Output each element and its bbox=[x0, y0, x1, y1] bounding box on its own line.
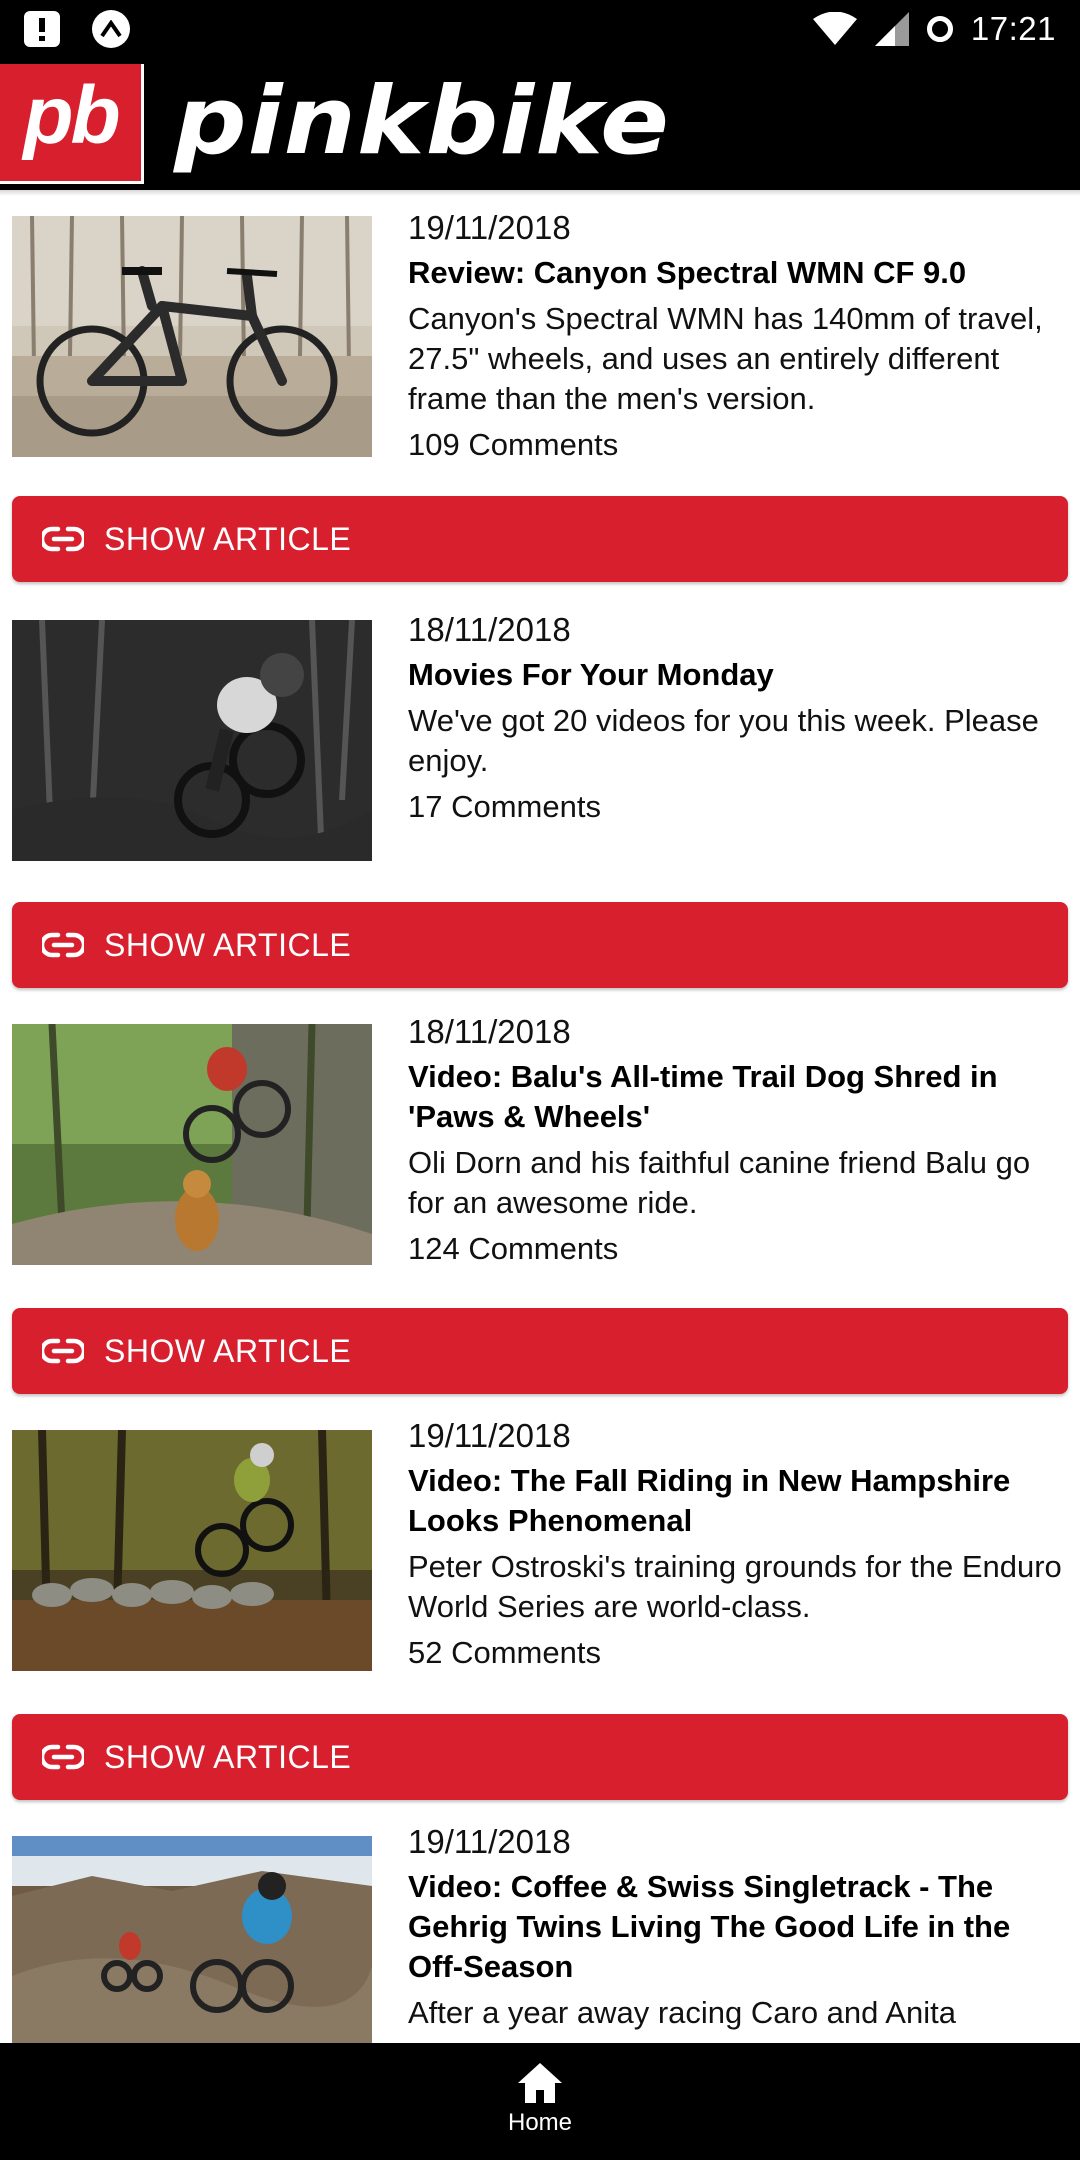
show-article-label: SHOW ARTICLE bbox=[104, 1739, 352, 1775]
show-article-label: SHOW ARTICLE bbox=[104, 927, 352, 963]
article-title[interactable]: Video: Balu's All-time Trail Dog Shred i… bbox=[408, 1057, 1068, 1137]
show-article-button[interactable]: SHOW ARTICLE bbox=[12, 1714, 1068, 1800]
article-card: 18/11/2018 Movies For Your Monday We've … bbox=[0, 602, 1080, 992]
article-comments[interactable]: 17 Comments bbox=[408, 787, 1068, 827]
article-info: 19/11/2018 Review: Canyon Spectral WMN C… bbox=[408, 208, 1068, 465]
article-card: 19/11/2018 Review: Canyon Spectral WMN C… bbox=[0, 196, 1080, 586]
wifi-icon bbox=[812, 12, 857, 45]
swiss-mountain-riders-photo bbox=[12, 1836, 372, 2043]
loading-ring-icon bbox=[926, 16, 953, 42]
nav-home-label: Home bbox=[507, 2109, 573, 2136]
link-icon bbox=[42, 932, 84, 958]
article-summary: Peter Ostroski's training grounds for th… bbox=[408, 1549, 1062, 1624]
article-info: 19/11/2018 Video: The Fall Riding in New… bbox=[408, 1416, 1068, 1673]
link-icon bbox=[42, 526, 84, 552]
article-card: 19/11/2018 Video: Coffee & Swiss Singlet… bbox=[0, 1820, 1080, 2043]
article-info: 18/11/2018 Movies For Your Monday We've … bbox=[408, 610, 1068, 827]
nav-home-tab[interactable]: Home bbox=[490, 2043, 590, 2160]
show-article-label: SHOW ARTICLE bbox=[104, 1333, 352, 1369]
bottom-navigation: Home bbox=[0, 2043, 1080, 2160]
article-summary: Canyon's Spectral WMN has 140mm of trave… bbox=[408, 301, 1043, 416]
link-icon bbox=[42, 1744, 84, 1770]
article-card: 19/11/2018 Video: The Fall Riding in New… bbox=[0, 1414, 1080, 1804]
up-arrow-icon bbox=[92, 10, 130, 48]
article-thumbnail[interactable] bbox=[12, 216, 372, 457]
article-title[interactable]: Video: The Fall Riding in New Hampshire … bbox=[408, 1461, 1068, 1541]
autumn-forest-jump-photo bbox=[12, 1430, 372, 1671]
show-article-button[interactable]: SHOW ARTICLE bbox=[12, 902, 1068, 988]
rider-with-dog-photo bbox=[12, 1024, 372, 1265]
article-comments[interactable]: 124 Comments bbox=[408, 1229, 1068, 1269]
article-date: 19/11/2018 bbox=[408, 1823, 571, 1860]
black-and-white-rider-photo bbox=[12, 620, 372, 861]
app-header: pb pinkbike bbox=[0, 58, 1080, 190]
article-title[interactable]: Movies For Your Monday bbox=[408, 655, 1068, 695]
signal-icon bbox=[874, 12, 909, 46]
pinkbike-logo: pb bbox=[0, 64, 144, 184]
article-summary: After a year away racing Caro and Anita bbox=[408, 1995, 956, 2030]
article-title[interactable]: Review: Canyon Spectral WMN CF 9.0 bbox=[408, 253, 1068, 293]
alert-icon bbox=[24, 11, 60, 47]
article-feed[interactable]: 19/11/2018 Review: Canyon Spectral WMN C… bbox=[0, 196, 1080, 2043]
article-thumbnail[interactable] bbox=[12, 1430, 372, 1671]
article-card: 18/11/2018 Video: Balu's All-time Trail … bbox=[0, 1008, 1080, 1398]
app-screen: 17:21 pb pinkbike 19/11/2018 Review: Can… bbox=[0, 0, 1080, 2160]
home-icon bbox=[518, 2063, 562, 2103]
show-article-label: SHOW ARTICLE bbox=[104, 521, 352, 557]
article-date: 19/11/2018 bbox=[408, 1417, 571, 1454]
article-thumbnail[interactable] bbox=[12, 1836, 372, 2043]
show-article-button[interactable]: SHOW ARTICLE bbox=[12, 496, 1068, 582]
article-thumbnail[interactable] bbox=[12, 620, 372, 861]
article-date: 19/11/2018 bbox=[408, 209, 571, 246]
status-time: 17:21 bbox=[970, 10, 1056, 47]
mountain-bike-product-photo bbox=[12, 216, 372, 457]
article-summary: Oli Dorn and his faithful canine friend … bbox=[408, 1145, 1031, 1220]
article-info: 18/11/2018 Video: Balu's All-time Trail … bbox=[408, 1012, 1068, 1269]
article-comments[interactable]: 109 Comments bbox=[408, 425, 1068, 465]
article-title[interactable]: Video: Coffee & Swiss Singletrack - The … bbox=[408, 1867, 1068, 1987]
status-bar: 17:21 bbox=[0, 0, 1080, 58]
article-thumbnail[interactable] bbox=[12, 1024, 372, 1265]
brand-wordmark: pinkbike bbox=[174, 67, 671, 176]
show-article-button[interactable]: SHOW ARTICLE bbox=[12, 1308, 1068, 1394]
article-comments[interactable]: 52 Comments bbox=[408, 1633, 1068, 1673]
article-date: 18/11/2018 bbox=[408, 1013, 571, 1050]
article-date: 18/11/2018 bbox=[408, 611, 571, 648]
link-icon bbox=[42, 1338, 84, 1364]
article-summary: We've got 20 videos for you this week. P… bbox=[408, 703, 1039, 778]
article-info: 19/11/2018 Video: Coffee & Swiss Singlet… bbox=[408, 1822, 1068, 2033]
